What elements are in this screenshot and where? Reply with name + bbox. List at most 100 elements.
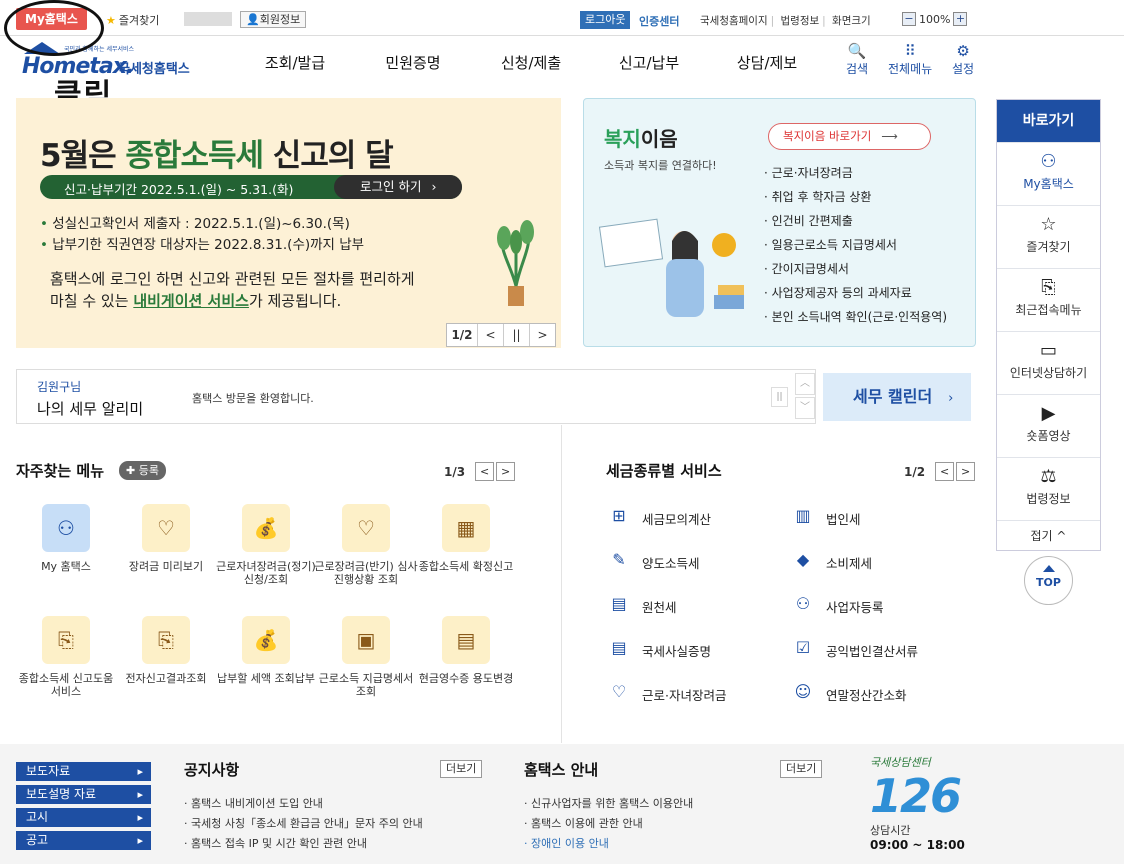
notifier-down-button[interactable]: ﹀	[795, 397, 815, 419]
list-item[interactable]: 국세청 사칭「종소세 환급금 안내」문자 주의 안내	[184, 814, 423, 834]
banner-login-button[interactable]: 로그인 하기 ›	[334, 175, 462, 199]
list-item[interactable]: 장애인 이용 안내	[524, 834, 693, 854]
menu-item-incentive-apply[interactable]: 💰 근로자녀장려금(정기) 신청/조회	[214, 504, 318, 586]
welfare-shortcut-button[interactable]: 복지이음 바로가기 ⟶	[768, 123, 931, 150]
document-icon: ▤	[611, 638, 627, 657]
sidebar-item-law-info[interactable]: ⚖ 법령정보	[997, 457, 1100, 520]
notifier-pause-button[interactable]: ||	[771, 387, 788, 407]
service-withholding-tax[interactable]: ▤ 원천세	[606, 594, 676, 618]
sidebar-fold-button[interactable]: 접기 ^	[997, 520, 1100, 550]
list-item[interactable]: 홈택스 이용에 관한 안내	[524, 814, 693, 834]
banner-prev-button[interactable]: <	[477, 324, 503, 346]
period-text: 신고·납부기간 2022.5.1.(일) ~ 5.31.(화)	[64, 182, 294, 197]
service-tax-fact-cert[interactable]: ▤ 국세사실증명	[606, 638, 711, 662]
all-menu-button[interactable]: ⠿ 전체메뉴	[888, 42, 932, 77]
myhome-tab[interactable]: My홈택스	[16, 8, 87, 30]
tax-season-banner[interactable]: 5월은 종합소득세 신고의 달 신고·납부기간 2022.5.1.(일) ~ 5…	[16, 98, 561, 348]
nts-homepage-link[interactable]: 국세청홈페이지	[700, 15, 768, 27]
menu-item-filing-help[interactable]: ⎘ 종합소득세 신고도움 서비스	[14, 616, 118, 698]
chevron-right-icon: ›	[948, 391, 954, 406]
menu-item-income-tax-return[interactable]: ▦ 종합소득세 확정신고	[414, 504, 518, 573]
scroll-top-button[interactable]: TOP	[1024, 556, 1073, 605]
document-pen-icon: ✎	[612, 550, 626, 569]
heart-search-icon: ♡	[142, 504, 190, 552]
menu-item-tax-payment[interactable]: 💰 납부할 세액 조회납부	[214, 616, 318, 685]
settings-button[interactable]: ⚙ 설정	[952, 42, 974, 77]
banner-next-button[interactable]: >	[529, 324, 555, 346]
list-item: 사업장제공자 등의 과세자료	[764, 281, 947, 305]
gavel-icon: ⚖	[1040, 466, 1057, 487]
law-info-link[interactable]: 법령정보	[781, 15, 820, 27]
sidebar-item-shortform-video[interactable]: ▶ 숏폼영상	[997, 394, 1100, 457]
wallet-icon: ▣	[342, 616, 390, 664]
zoom-in-button[interactable]: +	[953, 12, 968, 26]
list-item[interactable]: 홈택스 접속 IP 및 시간 확인 관련 안내	[184, 834, 423, 854]
press-explanation-button[interactable]: 보도설명 자료	[16, 785, 151, 804]
user-name: 김원구님	[37, 380, 82, 394]
guide-more-button[interactable]: 더보기	[780, 760, 823, 778]
list-item[interactable]: 홈택스 내비게이션 도입 안내	[184, 794, 423, 814]
sidebar-item-myhometax[interactable]: ⚇ My홈택스	[997, 142, 1100, 205]
frequent-prev-button[interactable]: <	[475, 462, 495, 481]
register-menu-button[interactable]: ✚ 등록	[119, 461, 166, 480]
welfare-banner[interactable]: 복지이음 소득과 복지를 연결하다! 복지이음 바로가기⟶ 근로·자녀장려금 취…	[583, 98, 976, 347]
list-item: 본인 소득내역 확인(근로·인적용역)	[764, 305, 947, 329]
recent-search-icon: ⎘	[1041, 277, 1056, 298]
service-tax-simulation[interactable]: ⊞ 세금모의계산	[606, 506, 711, 530]
menu-item-e-filing-result[interactable]: ⎘ 전자신고결과조회	[114, 616, 218, 685]
service-corporate-tax[interactable]: ▥ 법인세	[790, 506, 860, 530]
tax-calendar-button[interactable]: 세무 캘린더 ›	[823, 373, 971, 421]
frequent-next-button[interactable]: >	[496, 462, 516, 481]
menu-item-incentive-progress[interactable]: ♡ 근로장려금(반기) 심사진행상황 조회	[314, 504, 418, 586]
favorites-link[interactable]: ★ 즐겨찾기	[106, 12, 159, 28]
services-prev-button[interactable]: <	[935, 462, 955, 481]
service-consumption-tax[interactable]: ◆ 소비제세	[790, 550, 872, 574]
nav-consult-report[interactable]: 상담/제보	[708, 52, 826, 73]
service-earned-child-incentive[interactable]: ♡ 근로·자녀장려금	[606, 682, 727, 706]
navigation-service-link[interactable]: 내비게이션 서비스	[133, 292, 249, 310]
nav-civil-cert[interactable]: 민원증명	[354, 52, 472, 73]
sidebar-title: 바로가기	[997, 100, 1100, 142]
gear-icon: ⚙	[956, 42, 970, 60]
zoom-out-button[interactable]: −	[902, 12, 916, 26]
notifier-up-button[interactable]: ︿	[795, 373, 815, 395]
main-nav: 조회/발급 민원증명 신청/제출 신고/납부 상담/제보	[236, 52, 826, 73]
notices-more-button[interactable]: 더보기	[440, 760, 483, 778]
logout-button[interactable]: 로그아웃	[580, 11, 631, 29]
menu-item-incentive-preview[interactable]: ♡ 장려금 미리보기	[114, 504, 218, 573]
member-info-label: 회원정보	[259, 13, 301, 26]
nav-inquiry-issue[interactable]: 조회/발급	[236, 52, 354, 73]
star-icon: ★	[106, 14, 116, 27]
banner-pause-button[interactable]: ||	[503, 324, 529, 346]
heart-search-icon: ♡	[342, 504, 390, 552]
sidebar-item-online-consult[interactable]: ▭ 인터넷상담하기	[997, 331, 1100, 394]
play-icon: ▶	[1041, 403, 1056, 424]
list-item[interactable]: 신규사업자를 위한 홈택스 이용안내	[524, 794, 693, 814]
grid-icon: ⠿	[904, 42, 916, 60]
nav-report-pay[interactable]: 신고/납부	[590, 52, 708, 73]
person-icon: ⚇	[795, 594, 811, 613]
list-item: 인건비 간편제출	[764, 209, 947, 233]
sidebar-item-recent-menu[interactable]: ⎘ 최근접속메뉴	[997, 268, 1100, 331]
search-button[interactable]: 🔍 검색	[846, 42, 868, 77]
notifier-message: 홈택스 방문을 환영합니다.	[192, 392, 314, 405]
calendar-icon: ▦	[442, 504, 490, 552]
list-item: 근로·자녀장려금	[764, 161, 947, 185]
cert-center-link[interactable]: 인증센터	[639, 13, 679, 29]
tax-notifier: 김원구님 나의 세무 알리미 홈택스 방문을 환영합니다. || ︿ ﹀	[16, 369, 816, 424]
menu-item-myhometax[interactable]: ⚇ My 홈택스	[14, 504, 118, 573]
service-business-registration[interactable]: ⚇ 사업자등록	[790, 594, 884, 618]
nav-apply-submit[interactable]: 신청/제출	[472, 52, 590, 73]
list-item: 간이지급명세서	[764, 257, 947, 281]
service-public-corp-settlement[interactable]: ☑ 공익법인결산서류	[790, 638, 918, 662]
sidebar-item-favorites[interactable]: ☆ 즐겨찾기	[997, 205, 1100, 268]
notice-gosi-button[interactable]: 고시	[16, 808, 151, 827]
services-next-button[interactable]: >	[956, 462, 976, 481]
member-info-button[interactable]: 👤회원정보	[240, 11, 307, 28]
press-release-button[interactable]: 보도자료	[16, 762, 151, 781]
service-year-end-settlement[interactable]: ☺ 연말정산간소화	[790, 682, 907, 706]
menu-item-cash-receipt[interactable]: ▤ 현금영수증 용도변경	[414, 616, 518, 685]
announcement-button[interactable]: 공고	[16, 831, 151, 850]
menu-item-earned-income-statement[interactable]: ▣ 근로소득 지급명세서 조회	[314, 616, 418, 698]
service-transfer-tax[interactable]: ✎ 양도소득세	[606, 550, 699, 574]
